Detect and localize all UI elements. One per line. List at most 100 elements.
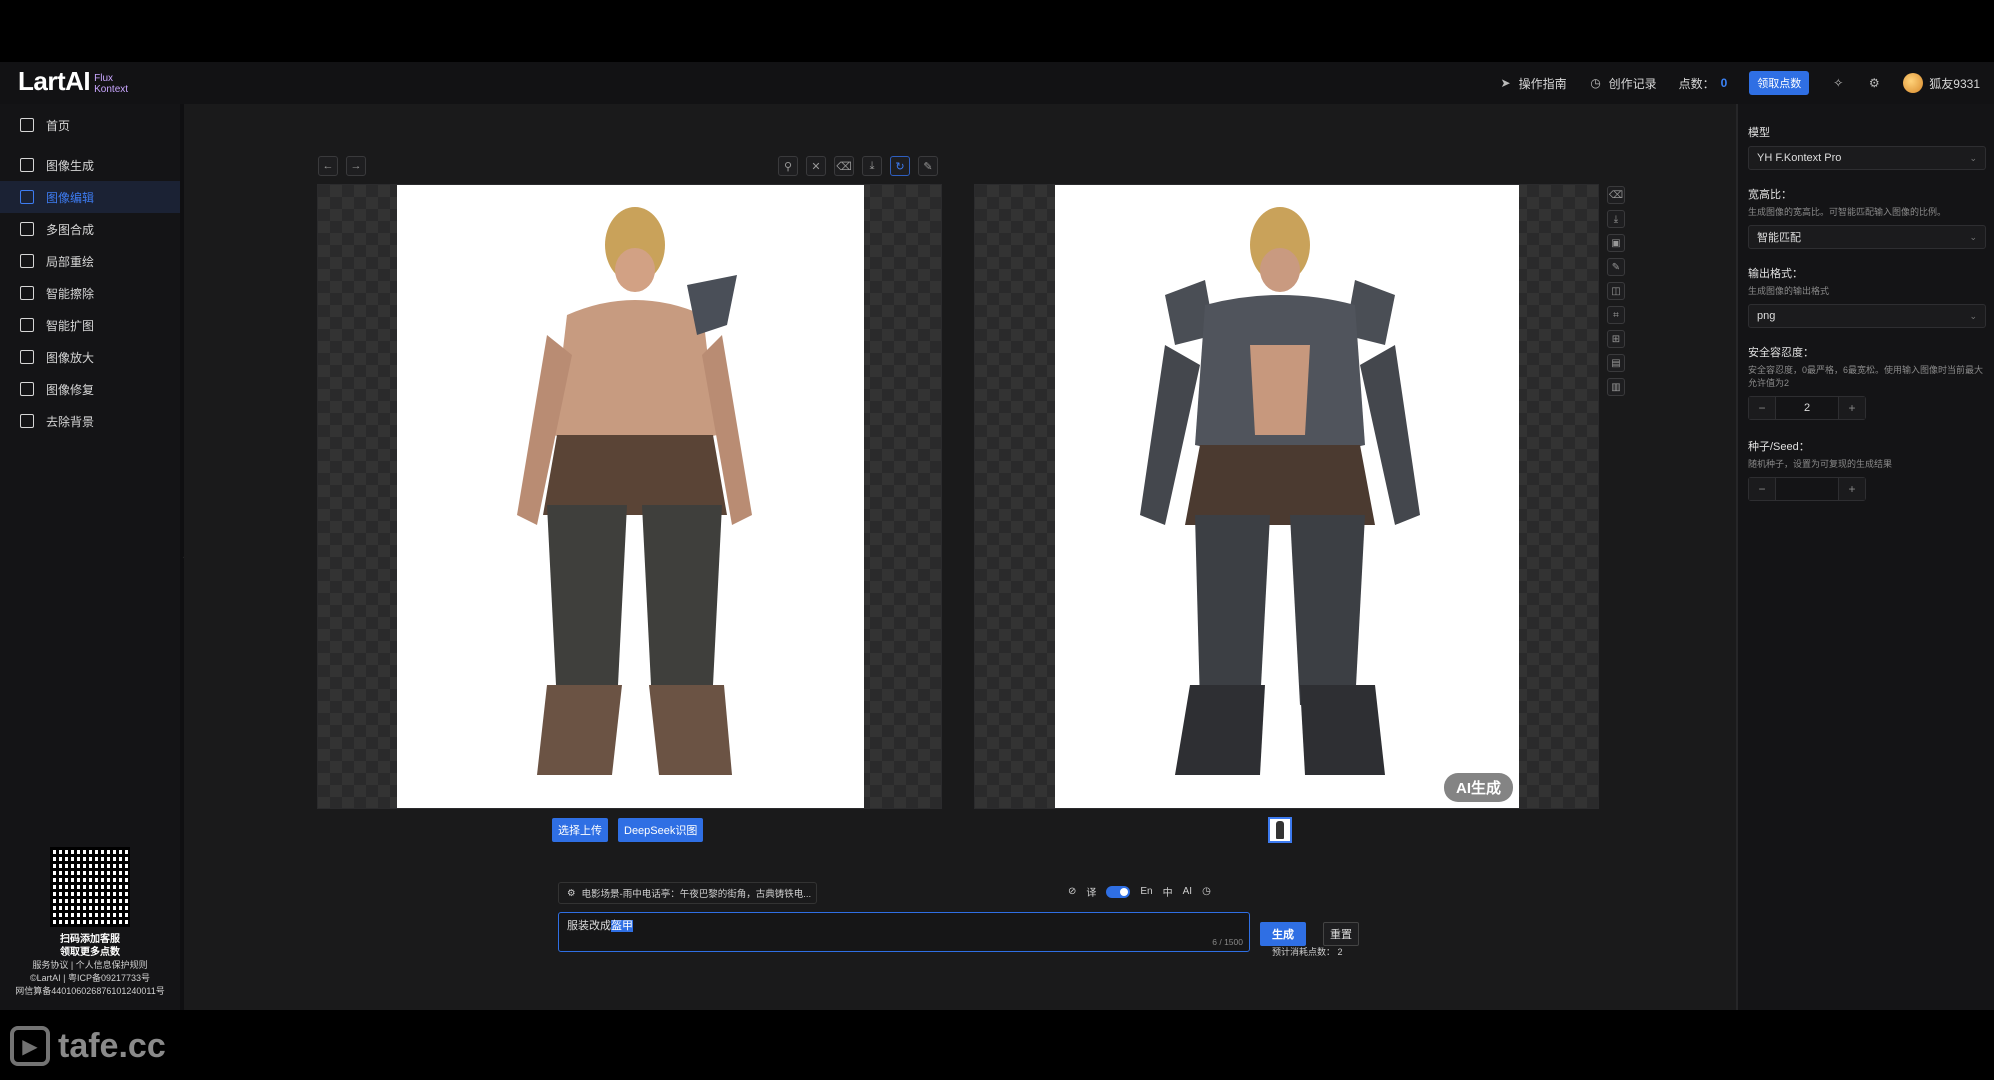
upload-button[interactable]: 选择上传 xyxy=(552,818,608,842)
image-icon[interactable]: ▣ xyxy=(1607,234,1625,252)
rotate-icon[interactable]: ↻ xyxy=(890,156,910,176)
sidebar-item-remove-bg[interactable]: 去除背景 xyxy=(0,405,180,437)
send-icon: ➤ xyxy=(1500,76,1511,90)
translate-label: 译 xyxy=(1086,888,1097,899)
play-icon: ▶ xyxy=(10,1026,50,1066)
pin-icon[interactable]: ⚲ xyxy=(778,156,798,176)
eraser-icon xyxy=(20,286,34,300)
model-select[interactable]: YH F.Kontext Pro ⌄ xyxy=(1748,146,1986,170)
sidebar-item-multi-compose[interactable]: 多图合成 xyxy=(0,213,180,245)
settings-panel: 模型 YH F.Kontext Pro ⌄ 宽高比： 生成图像的宽高比。可智能匹… xyxy=(1736,104,1994,1010)
increment-button[interactable]: + xyxy=(1839,478,1865,500)
guide-link[interactable]: ➤ 操作指南 xyxy=(1499,75,1567,92)
redo-icon[interactable]: → xyxy=(346,156,366,176)
sidebar-item-label: 图像修复 xyxy=(46,382,95,397)
cost-estimate: 预计消耗点数： 2 xyxy=(1272,945,1343,958)
generate-button[interactable]: 生成 xyxy=(1260,922,1306,946)
seed-label: 种子/Seed： xyxy=(1748,441,1810,453)
qr-section: 扫码添加客服 领取更多点数 服务协议 | 个人信息保护规则 ©LartAI | … xyxy=(0,847,180,998)
format-description: 生成图像的输出格式 xyxy=(1748,286,1830,296)
deepseek-button[interactable]: DeepSeek识图 xyxy=(618,818,704,842)
output-image-panel[interactable]: AI生成 xyxy=(974,184,1599,809)
sidebar-item-label: 首页 xyxy=(46,118,71,133)
file-icon[interactable]: ▤ xyxy=(1607,354,1625,372)
result-thumbnail[interactable] xyxy=(1268,817,1292,843)
sparkle-icon[interactable]: ✧ xyxy=(1831,76,1845,90)
sidebar-item-image-edit[interactable]: 图像编辑 xyxy=(0,181,180,213)
input-image xyxy=(397,185,864,808)
download-icon[interactable]: ⤓ xyxy=(1607,210,1625,228)
clear-icon[interactable]: ⊘ xyxy=(1068,886,1076,897)
prompt-preset[interactable]: ⚙ 电影场景-雨中电话亭：午夜巴黎的街角，古典铸铁电... xyxy=(558,882,817,904)
filing-number: 网信算备440106026876101240011号 xyxy=(15,986,165,996)
history-icon[interactable]: ◷ xyxy=(1202,886,1211,897)
user-menu[interactable]: 狐友9331 xyxy=(1903,73,1980,93)
crop-icon[interactable]: ⌗ xyxy=(1607,306,1625,324)
sidebar-item-erase[interactable]: 智能擦除 xyxy=(0,277,180,309)
sidebar-item-restore[interactable]: 图像修复 xyxy=(0,373,180,405)
edit-icon[interactable]: ✎ xyxy=(1607,258,1625,276)
model-label: 模型 xyxy=(1748,127,1770,139)
ai-generated-badge: AI生成 xyxy=(1443,773,1513,802)
eraser-icon[interactable]: ◫ xyxy=(1607,282,1625,300)
sidebar-item-home[interactable]: 首页 xyxy=(0,109,180,141)
reset-button[interactable]: 重置 xyxy=(1323,922,1359,946)
prompt-input[interactable]: 服装改成盔甲 6 / 1500 xyxy=(558,912,1250,952)
format-value: png xyxy=(1757,310,1776,322)
input-image-panel[interactable] xyxy=(317,184,942,809)
close-icon[interactable]: ✕ xyxy=(806,156,826,176)
claim-points-button[interactable]: 领取点数 xyxy=(1749,71,1810,95)
logo[interactable]: LartAI Flux Kontext xyxy=(18,66,128,97)
prompt-text: 服装改成 xyxy=(567,920,611,932)
logo-subtitle: Flux Kontext xyxy=(94,73,128,97)
upscale-icon[interactable]: ⊞ xyxy=(1607,330,1625,348)
lang-ai-button[interactable]: AI xyxy=(1183,886,1192,897)
safety-value[interactable]: 2 xyxy=(1775,397,1839,419)
safety-label: 安全容忍度： xyxy=(1748,347,1814,359)
barbarian-figure xyxy=(517,207,752,775)
trash-icon[interactable]: ⌫ xyxy=(1607,186,1625,204)
preset-text: 电影场景-雨中电话亭：午夜巴黎的街角，古典铸铁电... xyxy=(581,889,812,900)
decrement-button[interactable]: − xyxy=(1749,478,1775,500)
logo-sub-flux: Flux xyxy=(94,73,114,84)
download-icon[interactable]: ⤓ xyxy=(862,156,882,176)
lang-zh-button[interactable]: 中 xyxy=(1163,884,1173,899)
gear-icon[interactable]: ⚙ xyxy=(1867,76,1881,90)
trash-icon[interactable]: ⌫ xyxy=(834,156,854,176)
armored-figure xyxy=(1140,207,1420,775)
ratio-value: 智能匹配 xyxy=(1757,232,1801,244)
seed-value[interactable] xyxy=(1775,478,1839,500)
clock-icon: ◷ xyxy=(1590,76,1601,90)
ratio-label: 宽高比： xyxy=(1748,189,1792,201)
undo-icon[interactable]: ← xyxy=(318,156,338,176)
top-nav: ➤ 操作指南 ◷ 创作记录 点数： 0 领取点数 ✧ ⚙ 狐友9331 xyxy=(1499,62,1980,104)
upload-actions: 选择上传 DeepSeek识图 xyxy=(552,818,704,842)
format-select[interactable]: png ⌄ xyxy=(1748,304,1986,328)
home-icon xyxy=(20,118,34,132)
edit-icon xyxy=(20,254,34,268)
ratio-select[interactable]: 智能匹配 ⌄ xyxy=(1748,225,1986,249)
brush-icon[interactable]: ✎ xyxy=(918,156,938,176)
document-icon[interactable]: ▥ xyxy=(1607,378,1625,396)
model-value: YH F.Kontext Pro xyxy=(1757,152,1842,164)
sidebar-item-inpaint[interactable]: 局部重绘 xyxy=(0,245,180,277)
history-link[interactable]: ◷ 创作记录 xyxy=(1589,75,1656,92)
chat-icon xyxy=(20,158,34,172)
preset-icon: ⚙ xyxy=(567,887,576,899)
lang-en-button[interactable]: En xyxy=(1140,886,1152,897)
prompt-selection: 盔甲 xyxy=(611,920,633,932)
format-label: 输出格式： xyxy=(1748,268,1803,280)
legal-links[interactable]: 服务协议 | 个人信息保护规则 xyxy=(0,959,180,972)
logo-text: LartAI xyxy=(18,66,91,96)
avatar xyxy=(1903,73,1924,93)
sidebar-item-upscale[interactable]: 图像放大 xyxy=(0,341,180,373)
thumbnail-figure xyxy=(1276,821,1284,839)
sidebar-item-image-generate[interactable]: 图像生成 xyxy=(0,149,180,181)
sidebar-item-label: 局部重绘 xyxy=(46,254,95,269)
qr-title: 扫码添加客服 xyxy=(60,934,120,945)
increment-button[interactable]: + xyxy=(1839,397,1865,419)
decrement-button[interactable]: − xyxy=(1749,397,1775,419)
translate-toggle[interactable] xyxy=(1106,885,1131,898)
chevron-down-icon: ⌄ xyxy=(1969,310,1977,321)
sidebar-item-outpaint[interactable]: 智能扩图 xyxy=(0,309,180,341)
